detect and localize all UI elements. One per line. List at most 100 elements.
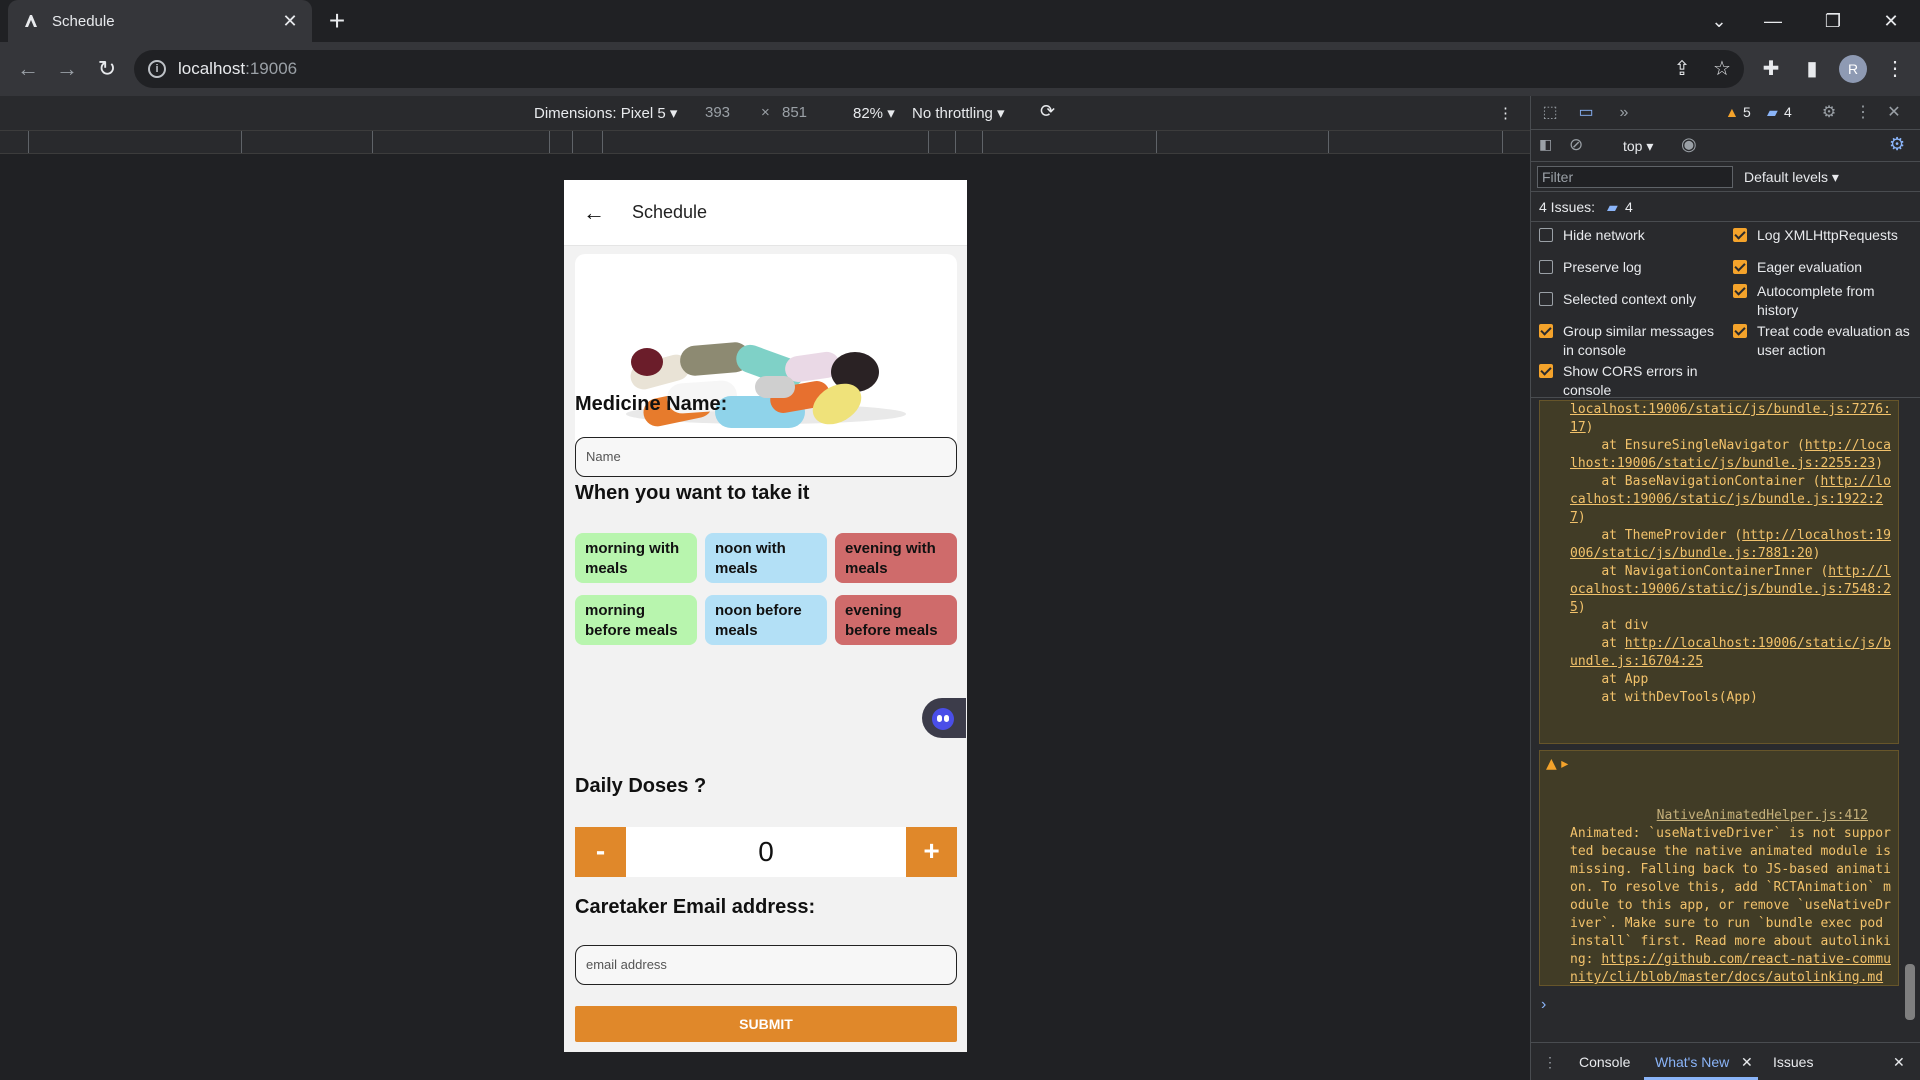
email-input[interactable]: email address: [575, 945, 957, 985]
side-panel-icon[interactable]: ▮: [1797, 53, 1827, 83]
settings-gear-icon[interactable]: ⚙: [1818, 102, 1840, 124]
drawer-close-icon[interactable]: ✕: [1893, 1054, 1905, 1071]
selected-context-option[interactable]: Selected context only: [1539, 290, 1729, 309]
share-icon[interactable]: ⇪: [1667, 53, 1697, 83]
device-toggle-icon[interactable]: ▭: [1575, 102, 1597, 124]
log-xhr-option[interactable]: Log XMLHttpRequests: [1733, 226, 1919, 245]
device-height[interactable]: 851: [782, 104, 807, 121]
site-info-icon[interactable]: i: [148, 60, 166, 78]
checkbox[interactable]: [1539, 364, 1553, 378]
pills-illustration: [626, 342, 906, 428]
stack-text: at App: [1570, 672, 1649, 687]
tab-search-icon[interactable]: ⌄: [1692, 0, 1746, 42]
inspect-element-icon[interactable]: ⬚: [1539, 102, 1561, 124]
more-tabs-icon[interactable]: »: [1613, 102, 1635, 124]
reload-icon[interactable]: ↻: [93, 55, 121, 83]
time-option-evening-before-meals[interactable]: evening before meals: [835, 595, 957, 645]
filter-input[interactable]: Filter: [1537, 166, 1733, 188]
address-bar[interactable]: i localhost:19006: [134, 50, 1744, 88]
checkbox[interactable]: [1539, 260, 1553, 274]
back-arrow-icon[interactable]: ←: [564, 200, 624, 226]
media-query-ruler[interactable]: [0, 130, 1530, 154]
context-select[interactable]: top ▾: [1623, 138, 1653, 155]
time-option-morning-before-meals[interactable]: morning before meals: [575, 595, 697, 645]
device-width[interactable]: 393: [705, 104, 730, 121]
minimize-button[interactable]: —: [1746, 0, 1800, 42]
tab-close-icon[interactable]: ✕: [1741, 1054, 1753, 1071]
eager-evaluation-option[interactable]: Eager evaluation: [1733, 258, 1919, 277]
profile-avatar[interactable]: R: [1839, 55, 1867, 83]
option-label: Log XMLHttpRequests: [1757, 227, 1898, 243]
back-arrow-icon[interactable]: ←: [14, 55, 42, 83]
checkbox[interactable]: [1539, 292, 1553, 306]
stack-text: at: [1570, 636, 1625, 651]
group-similar-option[interactable]: Group similar messages in console: [1539, 322, 1717, 360]
checkbox[interactable]: [1733, 260, 1747, 274]
checkbox[interactable]: [1539, 228, 1553, 242]
issues-label: 4 Issues:: [1539, 199, 1596, 215]
issues-bar[interactable]: 4 Issues: ▰ 4: [1531, 192, 1920, 222]
live-expression-eye-icon[interactable]: ◉: [1681, 134, 1697, 155]
checkbox[interactable]: [1539, 324, 1553, 338]
tab-strip: Schedule ✕ + ⌄ — ❐ ✕: [0, 0, 1920, 42]
console-prompt[interactable]: ›: [1541, 996, 1546, 1014]
message-icon[interactable]: ▰: [1767, 104, 1778, 121]
medicine-name-input[interactable]: Name: [575, 437, 957, 477]
drawer-menu-icon[interactable]: ⋮: [1543, 1054, 1557, 1071]
sidebar-toggle-icon[interactable]: ◧: [1539, 136, 1552, 153]
hide-network-option[interactable]: Hide network: [1539, 226, 1729, 245]
submit-button[interactable]: SUBMIT: [575, 1006, 957, 1042]
floating-assistant-bubble[interactable]: [922, 698, 966, 738]
zoom-select[interactable]: 82% ▾: [853, 104, 895, 122]
preserve-log-option[interactable]: Preserve log: [1539, 258, 1729, 277]
restore-button[interactable]: ❐: [1806, 0, 1860, 42]
browser-menu-icon[interactable]: ⋮: [1880, 53, 1910, 83]
warnings-count[interactable]: 5: [1743, 104, 1751, 120]
extensions-puzzle-icon[interactable]: ✚: [1756, 53, 1786, 83]
increment-button[interactable]: +: [906, 827, 957, 877]
device-toolbar-menu-icon[interactable]: ⋮: [1498, 104, 1513, 122]
show-cors-option[interactable]: Show CORS errors in console: [1539, 362, 1717, 400]
treat-code-option[interactable]: Treat code evaluation as user action: [1733, 322, 1911, 360]
stack-link[interactable]: localhost:19006/static/js/bundle.js:7276…: [1570, 402, 1891, 435]
warning-icon[interactable]: ▲: [1725, 104, 1739, 120]
autocomplete-option[interactable]: Autocomplete from history: [1733, 282, 1911, 320]
new-tab-button[interactable]: +: [324, 7, 350, 35]
time-option-evening-with-meals[interactable]: evening with meals: [835, 533, 957, 583]
autolinking-link[interactable]: https://github.com/react-native-communit…: [1570, 952, 1891, 985]
messages-count[interactable]: 4: [1784, 104, 1792, 120]
option-label: Group similar messages in console: [1563, 323, 1714, 358]
option-label: Show CORS errors in console: [1563, 363, 1698, 398]
console-scrollbar-thumb[interactable]: [1905, 964, 1915, 1020]
option-label: Eager evaluation: [1757, 259, 1863, 275]
tab-close-icon[interactable]: ✕: [280, 11, 300, 31]
checkbox[interactable]: [1733, 228, 1747, 242]
time-option-noon-with-meals[interactable]: noon with meals: [705, 533, 827, 583]
rotate-icon[interactable]: ⟳: [1040, 101, 1055, 122]
bookmark-star-icon[interactable]: ☆: [1707, 53, 1737, 83]
checkbox[interactable]: [1733, 284, 1747, 298]
console-scrollbar[interactable]: [1903, 400, 1917, 1028]
dimensions-select[interactable]: Dimensions: Pixel 5 ▾: [534, 104, 677, 122]
time-option-morning-with-meals[interactable]: morning with meals: [575, 533, 697, 583]
stack-text: at withDevTools(App): [1570, 690, 1758, 705]
devtools-close-icon[interactable]: ✕: [1883, 102, 1905, 124]
tab-whats-new[interactable]: What's New: [1655, 1054, 1729, 1070]
log-levels-select[interactable]: Default levels ▾: [1744, 169, 1839, 186]
dose-stepper: - 0 +: [575, 827, 957, 877]
clear-console-icon[interactable]: ⊘: [1569, 135, 1583, 155]
time-option-noon-before-meals[interactable]: noon before meals: [705, 595, 827, 645]
tab-console[interactable]: Console: [1579, 1054, 1630, 1070]
checkbox[interactable]: [1733, 324, 1747, 338]
dose-value[interactable]: 0: [626, 827, 906, 877]
decrement-button[interactable]: -: [575, 827, 626, 877]
devtools-menu-icon[interactable]: ⋮: [1852, 102, 1874, 124]
when-label: When you want to take it: [575, 482, 810, 504]
warning-source-link[interactable]: NativeAnimatedHelper.js:412: [1657, 808, 1868, 823]
console-settings-gear-icon[interactable]: ⚙: [1889, 134, 1905, 155]
tab-schedule[interactable]: Schedule ✕: [8, 0, 312, 42]
forward-arrow-icon[interactable]: →: [53, 55, 81, 83]
tab-issues[interactable]: Issues: [1773, 1054, 1813, 1070]
window-close-button[interactable]: ✕: [1864, 0, 1918, 42]
throttling-select[interactable]: No throttling ▾: [912, 104, 1005, 122]
